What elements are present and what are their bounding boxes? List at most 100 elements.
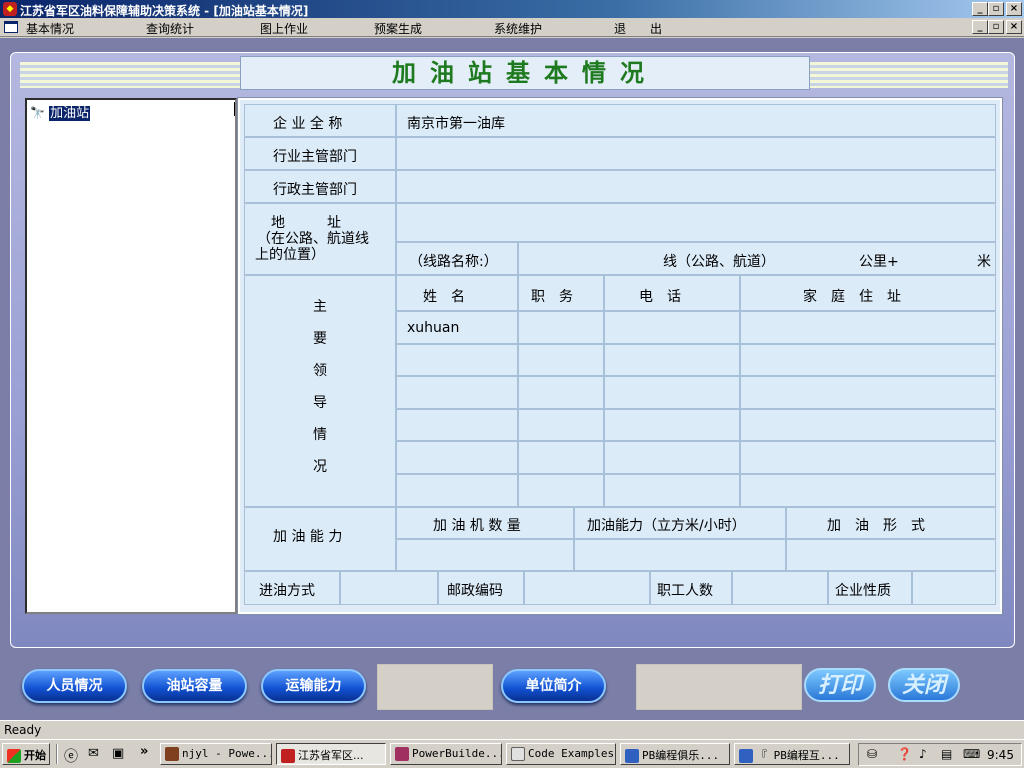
volume-icon[interactable]: ♪ [919,747,927,761]
staff-count-field[interactable] [732,571,828,605]
leaders-cell[interactable] [740,474,996,507]
leaders-cell[interactable] [396,441,518,474]
oil-intake-label-cell: 进油方式 [244,571,340,605]
oil-intake-field[interactable] [340,571,438,605]
industry-dept-field[interactable] [396,137,996,170]
menu-map-work[interactable]: 图上作业 [260,20,308,37]
print-button[interactable]: 打印 [804,668,876,702]
leaders-cell[interactable] [604,441,740,474]
leaders-label-char: 主 [313,299,327,315]
leaders-cell[interactable] [518,408,604,442]
leaders-cell[interactable] [518,376,604,409]
status-text: Ready [4,723,42,737]
station-tree[interactable]: 🔭 加油站 [25,98,237,614]
personnel-button[interactable]: 人员情况 [22,669,127,703]
windows-logo-icon [7,749,21,763]
task-label: Code Examples [528,747,615,760]
leaders-cell[interactable] [518,474,604,507]
start-button[interactable]: 开始 [2,743,50,765]
leaders-cell[interactable] [740,343,996,377]
child-restore-button[interactable]: ▫ [988,20,1004,34]
leaders-label-char: 况 [313,459,327,475]
leaders-cell[interactable] [396,376,518,409]
child-minimize-button[interactable]: _ [972,20,988,34]
child-close-button[interactable]: × [1006,20,1022,34]
leaders-header-name-label: 姓 名 [423,289,465,305]
company-name-label-cell: 企 业 全 称 [244,104,396,137]
enterprise-type-field[interactable] [912,571,996,605]
company-name-label: 企 业 全 称 [273,116,343,132]
station-capacity-button[interactable]: 油站容量 [142,669,247,703]
taskbar: 开始 ⓔ ✉ ▣ » njyl - Powe... 江苏省军区... Power… [0,739,1024,768]
leaders-cell[interactable] [740,408,996,442]
help-tray-icon[interactable]: ❓ [897,747,912,761]
task-powerbuilder[interactable]: PowerBuilde... [390,743,502,765]
enterprise-type-label-cell: 企业性质 [828,571,912,605]
task-jiangsu[interactable]: 江苏省军区... [276,743,386,765]
leaders-cell[interactable] [604,408,740,442]
leaders-cell[interactable] [740,441,996,474]
leaders-cell[interactable] [396,474,518,507]
leaders-cell[interactable] [518,441,604,474]
leaders-cell[interactable]: xuhuan [396,311,518,344]
task-label: PB编程俱乐... [642,749,720,762]
industry-dept-label-cell: 行业主管部门 [244,137,396,170]
leaders-cell[interactable] [604,474,740,507]
close-button[interactable]: 关闭 [888,668,960,702]
menu-plan-generation[interactable]: 预案生成 [374,20,422,37]
leaders-header-phone-label: 电 话 [639,289,681,305]
pump-count-field[interactable] [396,539,574,571]
task-njyl[interactable]: njyl - Powe... [160,743,272,765]
unit-intro-button[interactable]: 单位简介 [501,669,606,703]
company-name-field[interactable]: 南京市第一油库 [396,104,996,137]
close-window-button[interactable]: × [1006,2,1022,16]
minimize-button[interactable]: _ [972,2,988,16]
form-title: 加油站基本情况 [240,56,810,90]
display-icon[interactable]: ▤ [941,747,952,761]
network-icon[interactable]: ⛁ [867,747,877,761]
menu-basic-info[interactable]: 基本情况 [26,20,74,37]
leaders-cell[interactable] [604,311,740,344]
tree-item-root[interactable]: 🔭 加油站 [30,102,91,121]
postcode-field[interactable] [524,571,650,605]
menu-bar: 基本情况 查询统计 图上作业 预案生成 系统维护 退 出 _ ▫ × [0,18,1024,37]
pump-count-header: 加 油 机 数 量 [396,507,574,539]
leaders-cell[interactable] [740,311,996,344]
menu-query-stats[interactable]: 查询统计 [146,20,194,37]
route-location-field[interactable]: 线（公路、航道） 公里+ 米 [518,242,996,275]
clock[interactable]: 9:45 [987,748,1014,762]
browser-icon [739,749,753,763]
system-tray: ⛁ ❓ ♪ ▤ ⌨ 9:45 [858,743,1022,766]
task-label: njyl - Powe... [182,747,272,760]
menu-system-maintenance[interactable]: 系统维护 [494,20,542,37]
desktop-icon[interactable]: ▣ [112,746,124,761]
transport-button[interactable]: 运输能力 [261,669,366,703]
fueling-type-header: 加 油 形 式 [786,507,996,539]
outlook-icon[interactable]: ✉ [88,746,99,761]
address-field[interactable] [396,203,996,242]
leaders-cell[interactable] [604,376,740,409]
task-label: 江苏省军区... [298,749,364,762]
document-icon[interactable] [4,21,18,33]
leaders-header-address: 家 庭 住 址 [740,275,996,311]
leaders-cell[interactable] [740,376,996,409]
task-pb-forum[interactable]: 『 PB编程互... [734,743,850,765]
menu-exit[interactable]: 退 出 [614,20,662,37]
leaders-cell[interactable] [518,311,604,344]
task-pb-club[interactable]: PB编程俱乐... [620,743,730,765]
leaders-cell[interactable] [396,343,518,377]
chevron-right-icon[interactable]: » [140,744,148,759]
task-code-examples[interactable]: Code Examples [506,743,616,765]
fueling-type-field[interactable] [786,539,996,571]
leaders-cell[interactable] [518,343,604,377]
leaders-cell[interactable] [604,343,740,377]
taskbar-divider [56,744,58,764]
postcode-label: 邮政编码 [447,583,503,599]
route-name-cell: （线路名称:） [396,242,518,275]
capacity-rate-field[interactable] [574,539,786,571]
admin-dept-field[interactable] [396,170,996,203]
restore-button[interactable]: ▫ [988,2,1004,16]
input-method-icon[interactable]: ⌨ [963,747,980,761]
leaders-cell[interactable] [396,408,518,442]
ie-icon[interactable]: ⓔ [64,746,78,766]
